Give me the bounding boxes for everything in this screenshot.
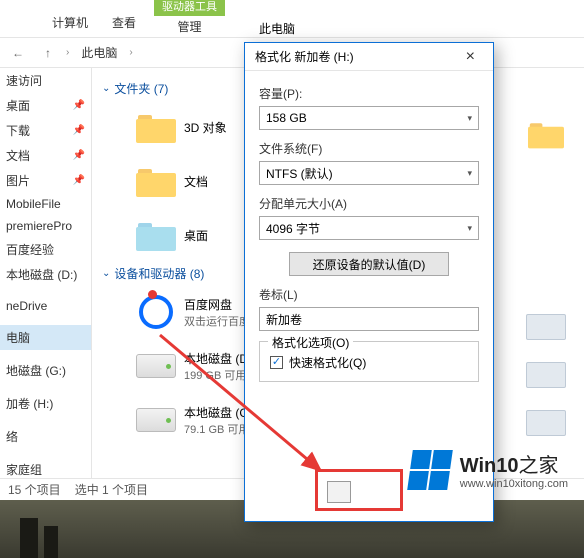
chevron-down-icon: ▾ [467,168,472,179]
chevron-down-icon: ⌄ [102,268,110,279]
pin-icon: 📌 [73,175,85,186]
tree-this-pc[interactable]: 电脑 [0,325,91,350]
app-icon [12,15,34,37]
capacity-label: 容量(P): [259,85,479,102]
status-item-count: 15 个项目 [8,481,61,498]
pin-icon: 📌 [73,125,85,136]
watermark-brand: Win10 [460,455,519,477]
start-button[interactable] [327,481,351,503]
drive-icon[interactable] [526,362,566,388]
tree-documents[interactable]: 文档📌 [0,143,91,168]
tree-drive-g[interactable]: 地磁盘 (G:) [0,358,91,383]
quick-format-checkbox[interactable]: ✓ 快速格式化(Q) [270,354,468,371]
tree-desktop[interactable]: 桌面📌 [0,93,91,118]
watermark-url: www.win10xitong.com [460,478,568,490]
watermark-suffix: 之家 [519,455,559,477]
watermark: Win10之家 www.win10xitong.com [410,449,568,490]
tree-baidu-exp[interactable]: 百度经验 [0,237,91,262]
restore-defaults-button[interactable]: 还原设备的默认值(D) [289,252,449,276]
pin-icon: 📌 [73,100,85,111]
tree-quick-access[interactable]: 速访问 [0,68,91,93]
allocation-select[interactable]: 4096 字节▾ [259,216,479,240]
tab-view[interactable]: 查看 [102,8,146,37]
windows-logo-icon [407,450,453,490]
pin-icon: 📌 [73,150,85,161]
format-options-group: 格式化选项(O) ✓ 快速格式化(Q) [259,341,479,382]
ribbon: 计算机 查看 驱动器工具 管理 此电脑 [0,0,584,38]
right-partial-items [526,118,576,436]
drive-icon[interactable] [526,314,566,340]
checkbox-icon: ✓ [270,356,283,369]
tree-mobilefile[interactable]: MobileFile [0,193,91,215]
tree-onedrive[interactable]: neDrive [0,295,91,317]
allocation-label: 分配单元大小(A) [259,195,479,212]
chevron-right-icon: › [129,47,132,58]
tree-homegroup[interactable]: 家庭组 [0,457,91,478]
volume-label-input[interactable]: 新加卷 [259,307,479,331]
nav-back[interactable]: ← [6,42,30,64]
quick-format-label: 快速格式化(Q) [289,354,366,371]
ribbon-location: 此电脑 [259,20,295,37]
tree-drive-h[interactable]: 加卷 (H:) [0,391,91,416]
status-selected: 选中 1 个项目 [75,481,148,498]
chevron-down-icon: ⌄ [102,83,110,94]
filesystem-label: 文件系统(F) [259,140,479,157]
tree-network[interactable]: 络 [0,424,91,449]
folder-icon[interactable] [528,120,564,149]
volume-label-label: 卷标(L) [259,286,479,303]
tree-pictures[interactable]: 图片📌 [0,168,91,193]
tree-drive-d[interactable]: 本地磁盘 (D:) [0,262,91,287]
dialog-title: 格式化 新加卷 (H:) [255,48,354,65]
tab-manage[interactable]: 管理 [170,16,210,37]
chevron-down-icon: ▾ [467,223,472,234]
capacity-select[interactable]: 158 GB▾ [259,106,479,130]
filesystem-select[interactable]: NTFS (默认)▾ [259,161,479,185]
breadcrumb-current[interactable]: 此电脑 [75,41,123,64]
chevron-down-icon: ▾ [467,113,472,124]
chevron-right-icon: › [66,47,69,58]
nav-up[interactable]: ↑ [36,42,60,64]
tab-computer[interactable]: 计算机 [42,8,98,37]
nav-tree[interactable]: 速访问 桌面📌 下载📌 文档📌 图片📌 MobileFile premiereP… [0,68,92,478]
dialog-titlebar[interactable]: 格式化 新加卷 (H:) × [245,43,493,71]
drive-icon[interactable] [526,410,566,436]
context-tab-drive-tools[interactable]: 驱动器工具 [154,0,225,16]
close-icon[interactable]: × [458,46,483,68]
tree-premierepro[interactable]: premierePro [0,215,91,237]
tree-downloads[interactable]: 下载📌 [0,118,91,143]
format-options-legend: 格式化选项(O) [268,334,353,351]
